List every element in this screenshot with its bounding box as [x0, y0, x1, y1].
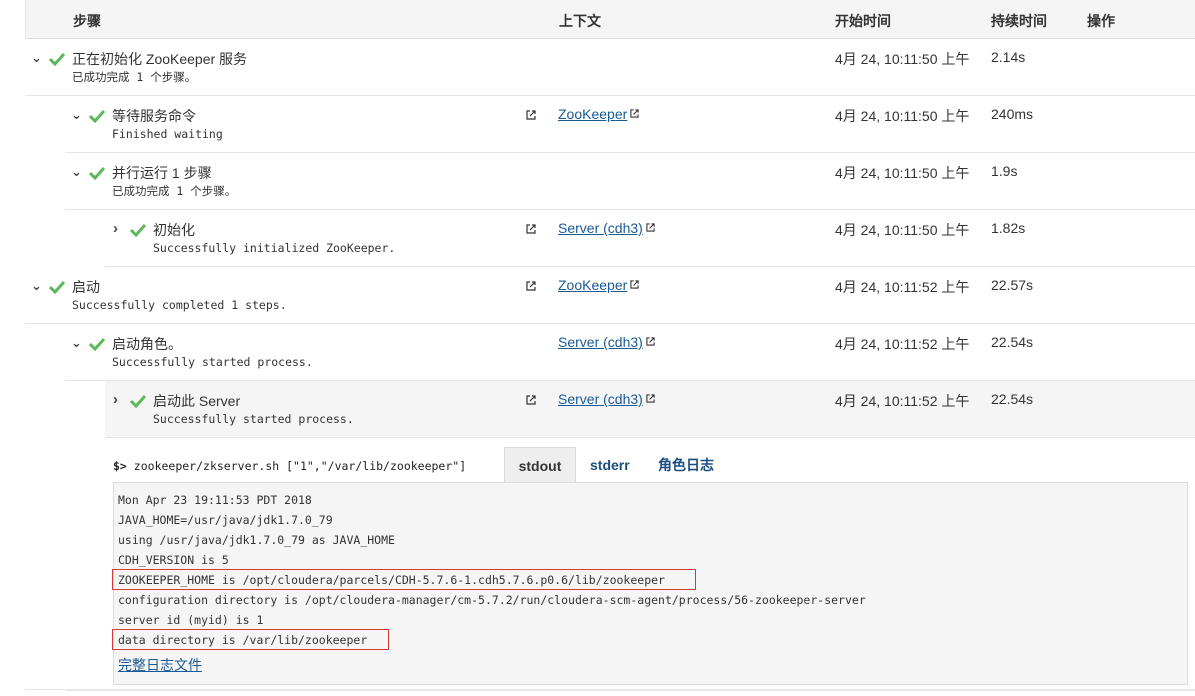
log-line: Mon Apr 23 19:11:53 PDT 2018 [118, 493, 312, 507]
context-link[interactable]: Server (cdh3) [558, 334, 655, 350]
chevron-down-icon[interactable]: ⌄ [31, 279, 42, 292]
col-start-header: 开始时间 [835, 13, 891, 29]
step-detail-panel: $> zookeeper/zkserver.sh ["1","/var/lib/… [65, 437, 1195, 691]
checkmark-icon [130, 394, 146, 408]
step-start-time: 4月 24, 10:11:52 上午 [835, 393, 970, 409]
step-title: 正在初始化 ZooKeeper 服务 [72, 51, 248, 67]
checkmark-icon [89, 337, 105, 351]
context-link[interactable]: Server (cdh3) [558, 391, 655, 407]
step-row: ⌄ 正在初始化 ZooKeeper 服务 已成功完成 1 个步骤。 4月 24,… [25, 39, 1195, 96]
step-title: 启动 [72, 279, 100, 295]
stdout-log-panel: Mon Apr 23 19:11:53 PDT 2018 JAVA_HOME=/… [112, 482, 1188, 685]
col-actions-header: 操作 [1087, 13, 1115, 29]
external-link-icon [646, 337, 655, 346]
step-subtitle: Successfully completed 1 steps. [72, 298, 287, 312]
checkmark-icon [130, 223, 146, 237]
command-text: zookeeper/zkserver.sh ["1","/var/lib/zoo… [133, 459, 467, 473]
chevron-down-icon[interactable]: ⌄ [31, 51, 42, 64]
annotation-highlight-box [112, 569, 696, 590]
log-line: using /usr/java/jdk1.7.0_79 as JAVA_HOME [118, 533, 395, 547]
step-duration: 22.54s [991, 334, 1034, 350]
step-title: 并行运行 1 步骤 [112, 165, 212, 181]
chevron-right-icon[interactable]: › [113, 221, 118, 236]
step-start-time: 4月 24, 10:11:50 上午 [835, 108, 970, 124]
step-duration: 22.57s [991, 277, 1034, 293]
step-title: 初始化 [153, 222, 195, 238]
step-duration: 1.82s [991, 220, 1026, 236]
chevron-down-icon[interactable]: ⌄ [71, 336, 82, 349]
context-link[interactable]: ZooKeeper [558, 277, 639, 293]
col-step-header: 步骤 [73, 13, 101, 29]
step-title: 启动此 Server [153, 393, 241, 409]
log-line: JAVA_HOME=/usr/java/jdk1.7.0_79 [118, 513, 333, 527]
step-subtitle: Successfully started process. [153, 412, 354, 426]
step-subtitle: Successfully started process. [112, 355, 313, 369]
step-subtitle: Finished waiting [112, 127, 223, 141]
step-row-selected[interactable]: › 启动此 Server Successfully started proces… [105, 381, 1195, 438]
external-link-icon[interactable] [526, 224, 536, 234]
step-duration: 22.54s [991, 391, 1034, 407]
step-duration: 240ms [991, 106, 1034, 122]
tab-stdout[interactable]: stdout [504, 447, 576, 483]
col-context-header: 上下文 [559, 13, 601, 29]
external-link-icon[interactable] [526, 110, 536, 120]
step-title: 启动角色。 [112, 336, 182, 352]
step-row: ⌄ 等待服务命令 Finished waiting ZooKeeper 4月 2… [65, 96, 1195, 153]
step-start-time: 4月 24, 10:11:52 上午 [835, 279, 970, 295]
step-title: 等待服务命令 [112, 108, 196, 124]
log-line: server id (myid) is 1 [118, 613, 264, 627]
step-subtitle: 已成功完成 1 个步骤。 [112, 184, 237, 198]
step-row: › 初始化 Successfully initialized ZooKeeper… [105, 210, 1195, 267]
full-log-file-link[interactable]: 完整日志文件 [118, 655, 202, 675]
checkmark-icon [49, 52, 65, 66]
divider [25, 689, 1195, 690]
external-link-icon[interactable] [526, 281, 536, 291]
log-line: CDH_VERSION is 5 [118, 553, 229, 567]
step-duration: 2.14s [991, 49, 1026, 65]
col-duration-header: 持续时间 [991, 13, 1047, 29]
step-row: ⌄ 启动 Successfully completed 1 steps. Zoo… [25, 267, 1195, 324]
step-start-time: 4月 24, 10:11:52 上午 [835, 336, 970, 352]
step-start-time: 4月 24, 10:11:50 上午 [835, 51, 970, 67]
step-row: ⌄ 并行运行 1 步骤 已成功完成 1 个步骤。 4月 24, 10:11:50… [65, 153, 1195, 210]
tab-role-log[interactable]: 角色日志 [658, 447, 714, 482]
context-link[interactable]: Server (cdh3) [558, 220, 655, 236]
step-row: ⌄ 启动角色。 Successfully started process. Se… [65, 324, 1195, 381]
checkmark-icon [49, 280, 65, 294]
checkmark-icon [89, 166, 105, 180]
steps-table-header: 步骤 上下文 开始时间 持续时间 操作 [25, 0, 1195, 39]
step-duration: 1.9s [991, 163, 1018, 179]
step-start-time: 4月 24, 10:11:50 上午 [835, 165, 970, 181]
command-line: $> zookeeper/zkserver.sh ["1","/var/lib/… [113, 459, 466, 473]
shell-prompt: $> [113, 459, 127, 473]
external-link-icon [630, 109, 639, 118]
step-subtitle: Successfully initialized ZooKeeper. [153, 241, 396, 255]
annotation-highlight-box [112, 629, 389, 650]
chevron-right-icon[interactable]: › [113, 392, 118, 407]
context-link[interactable]: ZooKeeper [558, 106, 639, 122]
external-link-icon [646, 223, 655, 232]
external-link-icon [630, 280, 639, 289]
external-link-icon [646, 394, 655, 403]
step-subtitle: 已成功完成 1 个步骤。 [72, 70, 197, 84]
checkmark-icon [89, 109, 105, 123]
tab-stderr[interactable]: stderr [590, 447, 630, 482]
chevron-down-icon[interactable]: ⌄ [71, 108, 82, 121]
external-link-icon[interactable] [526, 395, 536, 405]
log-line: configuration directory is /opt/cloudera… [118, 593, 866, 607]
step-start-time: 4月 24, 10:11:50 上午 [835, 222, 970, 238]
chevron-down-icon[interactable]: ⌄ [71, 165, 82, 178]
